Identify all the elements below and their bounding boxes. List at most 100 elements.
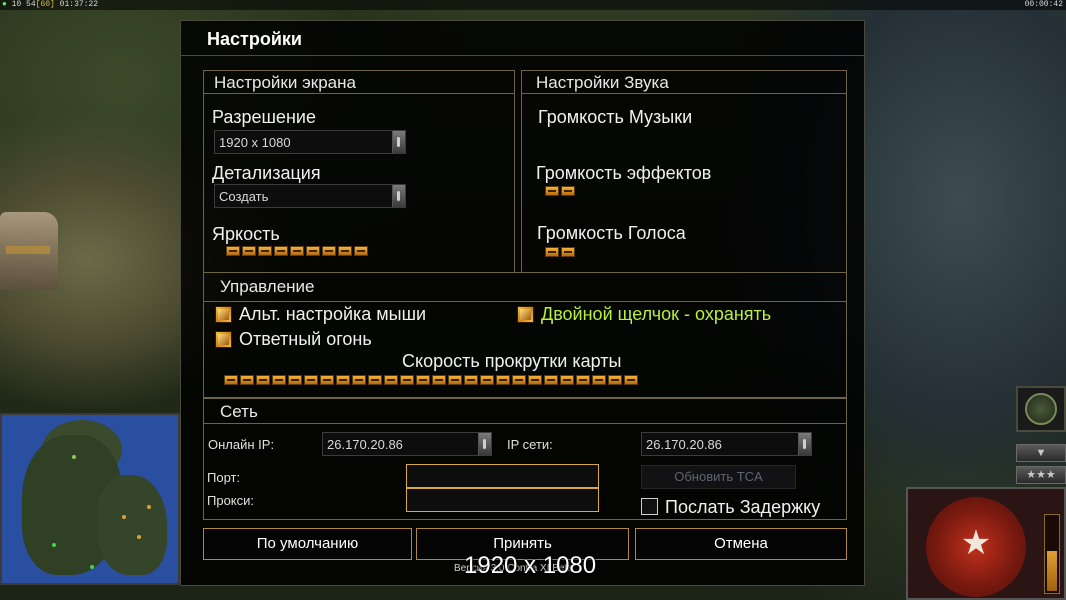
- slider-segment: [416, 375, 430, 385]
- slider-segment: [274, 246, 288, 256]
- sound-settings-panel: Настройки Звука Громкость Музыки Громкос…: [521, 70, 847, 273]
- voice-volume-label: Громкость Голоса: [537, 223, 686, 243]
- send-delay-checkbox[interactable]: [641, 498, 658, 515]
- dropdown-arrow-icon[interactable]: [392, 131, 405, 153]
- port-input[interactable]: [406, 464, 599, 488]
- detail-select[interactable]: Создать: [214, 184, 406, 208]
- lan-ip-select[interactable]: 26.170.20.86: [641, 432, 812, 456]
- online-ip-label: Онлайн IP:: [208, 437, 275, 452]
- update-tca-button[interactable]: Обновить TCA: [641, 465, 796, 489]
- lan-ip-value: 26.170.20.86: [646, 437, 722, 452]
- minimap-unit: [72, 455, 76, 459]
- slider-segment: [545, 247, 559, 257]
- dialog-title: Настройки: [207, 29, 302, 49]
- slider-segment: [400, 375, 414, 385]
- brightness-label: Яркость: [212, 224, 280, 244]
- slider-segment: [544, 375, 558, 385]
- faction-emblem: ★: [906, 487, 1066, 600]
- cancel-button[interactable]: Отмена: [635, 528, 847, 560]
- lan-ip-label: IP сети:: [507, 437, 553, 452]
- retaliation-label[interactable]: Ответный огонь: [239, 329, 372, 350]
- hud-clock: 00:00:42: [1024, 0, 1063, 9]
- send-delay-label[interactable]: Послать Задержку: [665, 497, 820, 518]
- network-panel: Сеть Онлайн IP: 26.170.20.86 IP сети: 26…: [203, 398, 847, 520]
- panel-title: Управление: [220, 277, 315, 296]
- screen-settings-panel: Настройки экрана Разрешение 1920 x 1080 …: [203, 70, 515, 273]
- music-volume-slider[interactable]: [546, 131, 676, 142]
- star-icon: ★: [960, 523, 992, 563]
- panel-header: Настройки Звука: [522, 71, 846, 94]
- slider-segment: [545, 186, 559, 196]
- dropdown-arrow-icon[interactable]: [478, 433, 491, 455]
- slider-segment: [592, 375, 606, 385]
- slider-segment: [354, 246, 368, 256]
- slider-segment: [496, 375, 510, 385]
- slider-segment: [432, 375, 446, 385]
- music-volume-label: Громкость Музыки: [538, 107, 693, 127]
- slider-segment: [561, 247, 575, 257]
- slider-segment: [320, 375, 334, 385]
- resolution-value: 1920 x 1080: [219, 135, 291, 150]
- resolution-overlay: 1920 x 1080: [464, 552, 597, 579]
- effects-volume-label: Громкость эффектов: [536, 163, 712, 183]
- minimap-unit: [52, 543, 56, 547]
- slider-segment: [224, 375, 238, 385]
- scroll-speed-slider[interactable]: [224, 375, 638, 386]
- slider-segment: [464, 375, 478, 385]
- hud-stats: ● 10 54[60] 01:37:22: [2, 0, 99, 9]
- slider-segment: [624, 375, 638, 385]
- minimap-unit: [147, 505, 151, 509]
- rank-stars-button[interactable]: ★★★: [1016, 466, 1066, 484]
- slider-segment: [480, 375, 494, 385]
- panel-header: Сеть: [204, 399, 846, 424]
- proxy-input[interactable]: [406, 488, 599, 512]
- radar-compass-button[interactable]: [1016, 386, 1066, 432]
- scroll-speed-label: Скорость прокрутки карты: [402, 351, 622, 371]
- slider-segment: [336, 375, 350, 385]
- slider-segment: [512, 375, 526, 385]
- voice-volume-slider[interactable]: [545, 247, 575, 258]
- double-click-guard-label[interactable]: Двойной щелчок - охранять: [541, 304, 771, 325]
- slider-segment: [290, 246, 304, 256]
- slider-segment: [368, 375, 382, 385]
- slider-segment: [448, 375, 462, 385]
- title-divider: [181, 55, 864, 56]
- alt-mouse-checkbox[interactable]: [215, 306, 232, 323]
- slider-segment: [240, 375, 254, 385]
- slider-segment: [338, 246, 352, 256]
- slider-segment: [242, 246, 256, 256]
- panel-title: Настройки Звука: [536, 73, 669, 92]
- base-building: [0, 212, 58, 290]
- minimap[interactable]: [0, 413, 180, 585]
- minimap-unit: [122, 515, 126, 519]
- panel-title: Сеть: [220, 402, 258, 421]
- hud-stat: 54: [26, 0, 36, 9]
- alt-mouse-label[interactable]: Альт. настройка мыши: [239, 304, 426, 325]
- detail-value: Создать: [219, 189, 269, 204]
- default-button[interactable]: По умолчанию: [203, 528, 412, 560]
- double-click-guard-checkbox[interactable]: [517, 306, 534, 323]
- dropdown-arrow-icon[interactable]: [392, 185, 405, 207]
- dropdown-arrow-icon[interactable]: [798, 433, 811, 455]
- online-ip-select[interactable]: 26.170.20.86: [322, 432, 492, 456]
- slider-segment: [561, 186, 575, 196]
- slider-segment: [226, 246, 240, 256]
- slider-segment: [288, 375, 302, 385]
- scroll-down-button[interactable]: ▼: [1016, 444, 1066, 462]
- slider-segment: [258, 246, 272, 256]
- panel-header: Настройки экрана: [204, 71, 514, 94]
- slider-segment: [576, 375, 590, 385]
- slider-segment: [384, 375, 398, 385]
- hud-top-bar: [0, 0, 1066, 10]
- slider-segment: [256, 375, 270, 385]
- port-label: Порт:: [207, 470, 241, 485]
- hud-game-time: 01:37:22: [59, 0, 99, 9]
- panel-header: Управление: [204, 273, 846, 302]
- resolution-select[interactable]: 1920 x 1080: [214, 130, 406, 154]
- effects-volume-slider[interactable]: [545, 186, 575, 197]
- slider-segment: [306, 246, 320, 256]
- minimap-unit: [137, 535, 141, 539]
- power-meter: [1044, 514, 1060, 594]
- retaliation-checkbox[interactable]: [215, 331, 232, 348]
- brightness-slider[interactable]: [226, 246, 368, 257]
